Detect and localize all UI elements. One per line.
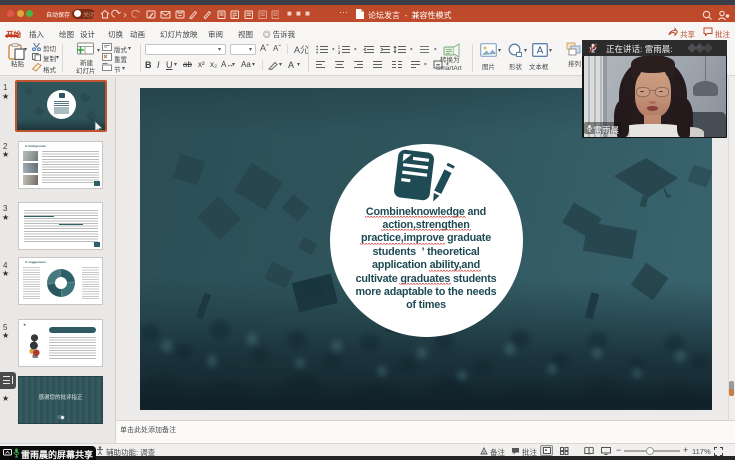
svg-text:A: A	[537, 46, 544, 57]
